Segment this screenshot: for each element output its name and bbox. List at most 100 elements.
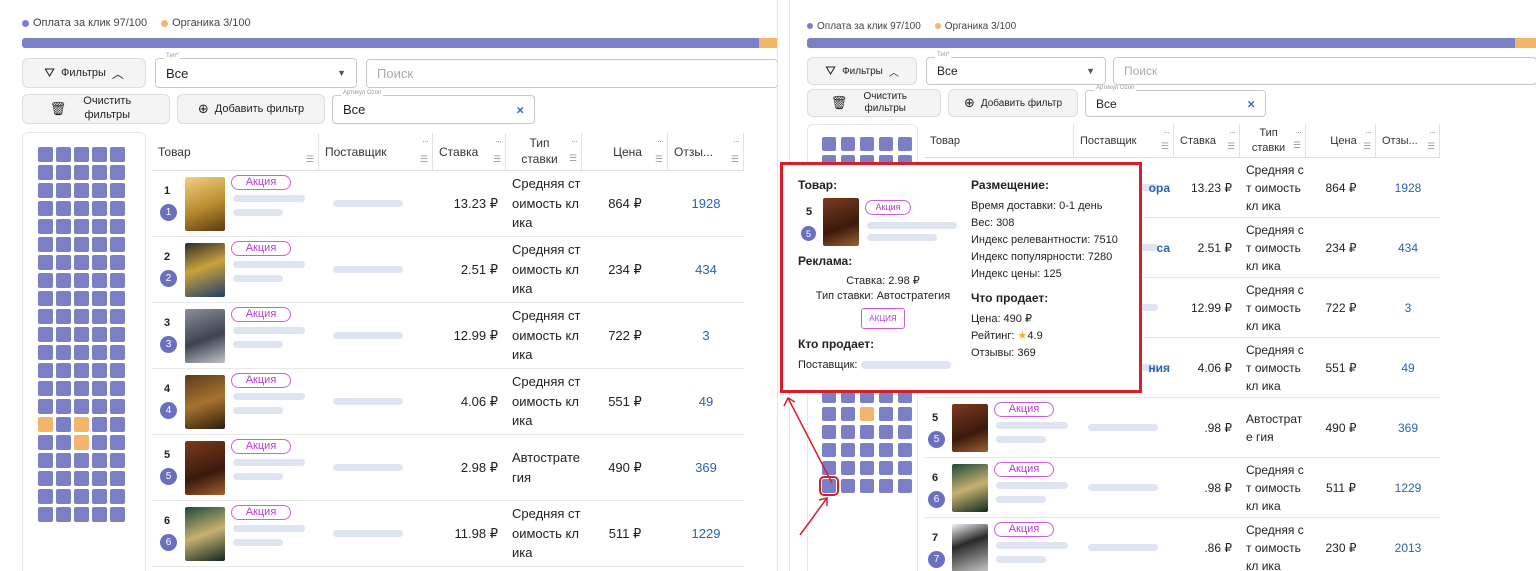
grid-cell-paid[interactable]	[38, 435, 53, 450]
menu-lines-icon[interactable]: ☰	[1161, 141, 1169, 152]
grid-cell-paid[interactable]	[56, 417, 71, 432]
grid-cell-paid[interactable]	[898, 425, 912, 439]
product-cell[interactable]: 4 4 Акция	[152, 369, 319, 434]
product-thumbnail[interactable]	[185, 441, 225, 495]
grid-cell-paid[interactable]	[92, 363, 107, 378]
menu-lines-icon[interactable]: ☰	[1227, 141, 1235, 152]
grid-cell-paid[interactable]	[74, 489, 89, 504]
grid-cell-paid[interactable]	[860, 443, 874, 457]
table-row[interactable]: 6 6 Акция 11.98 ₽ Средняя ст оимость кл ика 5…	[152, 501, 744, 567]
more-dots-icon[interactable]: ···	[495, 136, 502, 146]
grid-cell-paid[interactable]	[110, 399, 125, 414]
menu-lines-icon[interactable]: ☰	[420, 154, 428, 165]
grid-cell-paid[interactable]	[110, 453, 125, 468]
supplier-cell[interactable]	[319, 369, 433, 434]
grid-cell-paid[interactable]	[110, 237, 125, 252]
grid-cell-paid[interactable]	[74, 363, 89, 378]
grid-cell-paid[interactable]	[38, 471, 53, 486]
grid-cell-paid[interactable]	[110, 183, 125, 198]
product-thumbnail[interactable]	[185, 309, 225, 363]
col-reviews[interactable]: Отзы... ··· ☰	[668, 133, 744, 170]
grid-cell-paid[interactable]	[879, 425, 893, 439]
grid-cell-paid[interactable]	[56, 309, 71, 324]
supplier-cell[interactable]	[1074, 458, 1174, 517]
grid-cell-paid[interactable]	[56, 165, 71, 180]
col-product[interactable]: Товар ☰	[152, 133, 319, 170]
more-dots-icon[interactable]: ···	[422, 136, 429, 146]
grid-cell-paid[interactable]	[92, 237, 107, 252]
table-row[interactable]: 1 1 Акция 13.23 ₽ Средняя ст оимость кл ика 8…	[152, 171, 744, 237]
grid-cell-paid[interactable]	[74, 183, 89, 198]
product-cell[interactable]: 5 5 Акция	[152, 435, 319, 500]
more-dots-icon[interactable]: ···	[1429, 127, 1436, 137]
grid-cell-paid[interactable]	[92, 309, 107, 324]
grid-cell-paid[interactable]	[110, 255, 125, 270]
grid-cell-paid[interactable]	[841, 137, 855, 151]
menu-lines-icon[interactable]: ☰	[1363, 141, 1371, 152]
grid-cell-paid[interactable]	[879, 443, 893, 457]
grid-cell-paid[interactable]	[92, 201, 107, 216]
reviews-link[interactable]: 369	[1376, 398, 1440, 457]
supplier-cell[interactable]	[319, 435, 433, 500]
more-dots-icon[interactable]: ···	[1295, 127, 1302, 139]
grid-cell-paid[interactable]	[56, 489, 71, 504]
grid-cell-paid[interactable]	[92, 345, 107, 360]
grid-cell-paid[interactable]	[879, 479, 893, 493]
grid-cell-paid[interactable]	[56, 363, 71, 378]
reviews-link[interactable]: 434	[668, 237, 744, 302]
reviews-link[interactable]: 434	[1376, 218, 1440, 277]
product-cell[interactable]: 6 6 Акция	[152, 501, 319, 566]
col-bid[interactable]: Ставка ··· ☰	[1174, 124, 1240, 157]
grid-cell-paid[interactable]	[92, 417, 107, 432]
grid-cell-paid[interactable]	[38, 273, 53, 288]
more-dots-icon[interactable]: ···	[1365, 127, 1372, 137]
grid-cell-paid[interactable]	[56, 471, 71, 486]
product-thumbnail[interactable]	[952, 524, 988, 571]
product-thumbnail[interactable]	[952, 464, 988, 512]
grid-cell-paid[interactable]	[38, 453, 53, 468]
grid-cell-paid[interactable]	[38, 381, 53, 396]
menu-lines-icon[interactable]: ☰	[655, 154, 663, 165]
grid-cell-paid[interactable]	[92, 219, 107, 234]
grid-cell-paid[interactable]	[110, 309, 125, 324]
grid-cell-paid[interactable]	[898, 443, 912, 457]
col-supplier[interactable]: Поставщик ··· ☰	[319, 133, 433, 170]
grid-cell-paid[interactable]	[74, 255, 89, 270]
add-filter-button[interactable]: ⊕ Добавить фильтр	[948, 89, 1078, 117]
product-thumbnail[interactable]	[185, 243, 225, 297]
grid-cell-paid[interactable]	[841, 479, 855, 493]
grid-cell-paid[interactable]	[92, 165, 107, 180]
table-row[interactable]: 4 4 Акция 4.06 ₽ Средняя ст оимость кл ика 55…	[152, 369, 744, 435]
col-reviews[interactable]: Отзы... ··· ☰	[1376, 124, 1440, 157]
grid-cell-paid[interactable]	[860, 137, 874, 151]
grid-cell-paid[interactable]	[56, 237, 71, 252]
grid-cell-paid[interactable]	[110, 507, 125, 522]
supplier-cell[interactable]	[319, 237, 433, 302]
grid-cell-paid[interactable]	[879, 461, 893, 475]
grid-cell-paid[interactable]	[56, 183, 71, 198]
grid-cell-paid[interactable]	[74, 291, 89, 306]
grid-cell-paid[interactable]	[92, 327, 107, 342]
grid-cell-paid[interactable]	[92, 381, 107, 396]
grid-cell-organic[interactable]	[74, 435, 89, 450]
supplier-cell[interactable]	[1074, 398, 1174, 457]
col-product[interactable]: Товар	[924, 124, 1074, 157]
more-dots-icon[interactable]: ···	[1229, 127, 1236, 137]
clear-x-icon[interactable]: ×	[516, 102, 524, 117]
supplier-link[interactable]: са	[1157, 241, 1171, 255]
grid-cell-paid[interactable]	[74, 237, 89, 252]
product-thumbnail[interactable]	[952, 404, 988, 452]
grid-cell-paid[interactable]	[110, 345, 125, 360]
grid-cell-paid[interactable]	[110, 165, 125, 180]
grid-cell-paid[interactable]	[841, 461, 855, 475]
grid-cell-paid[interactable]	[92, 183, 107, 198]
grid-cell-paid[interactable]	[74, 201, 89, 216]
filters-toggle-button[interactable]: ⛛ Фильтры ︿	[807, 57, 917, 85]
supplier-cell[interactable]	[319, 171, 433, 236]
product-cell[interactable]: 5 5 Акция	[924, 398, 1074, 457]
reviews-link[interactable]: 3	[668, 303, 744, 368]
grid-cell-paid[interactable]	[74, 327, 89, 342]
grid-cell-paid[interactable]	[38, 147, 53, 162]
grid-cell-paid[interactable]	[92, 399, 107, 414]
grid-cell-paid[interactable]	[879, 137, 893, 151]
